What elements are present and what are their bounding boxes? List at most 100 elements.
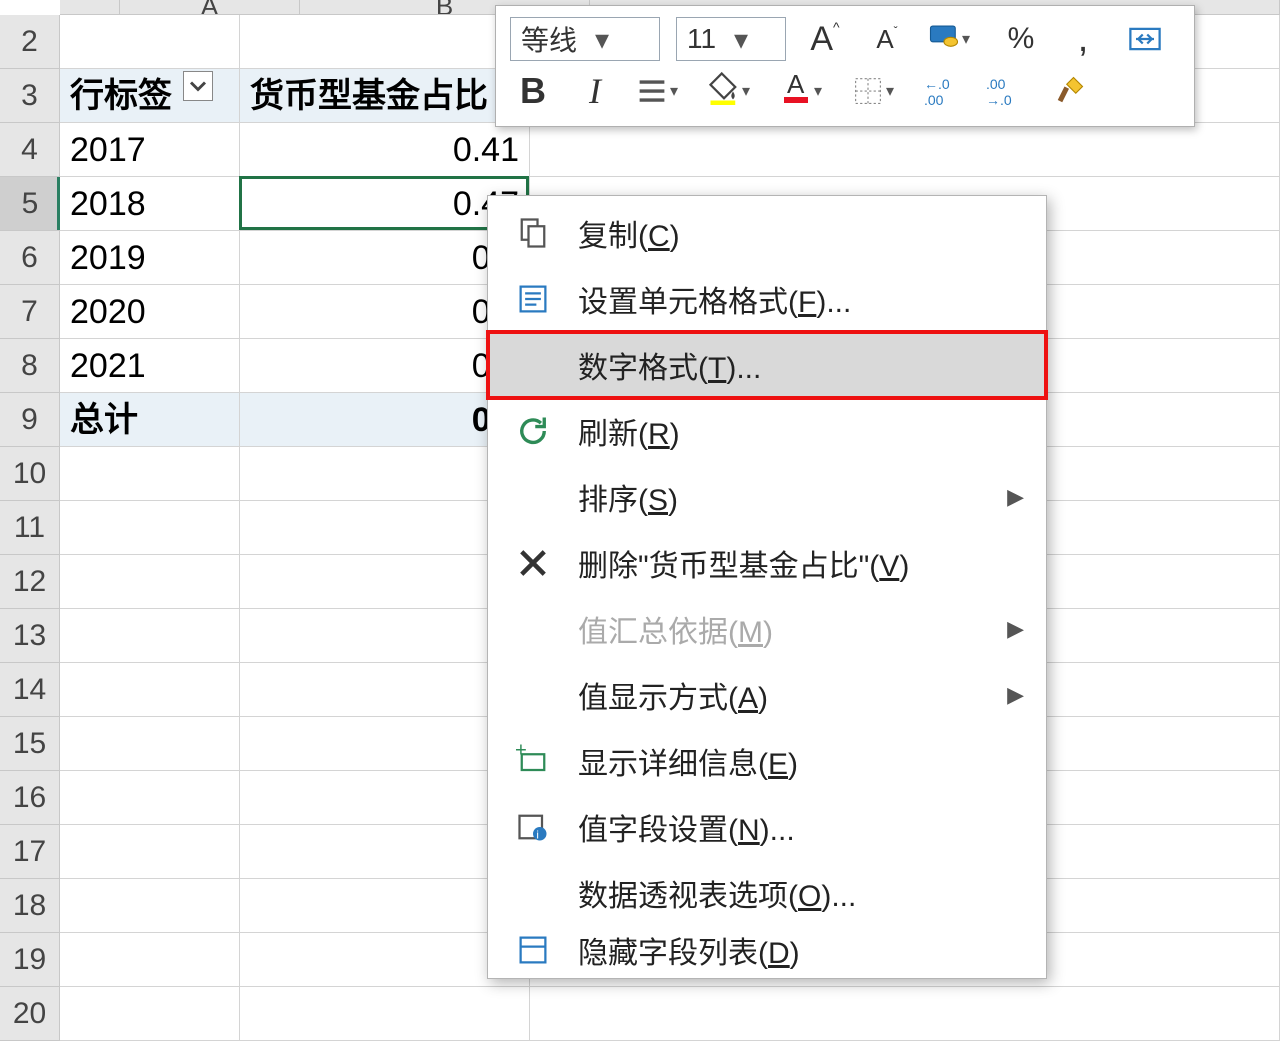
chevron-down-icon: ▾	[742, 81, 762, 101]
menu-hide-field-list[interactable]: 隐藏字段列表(D)	[488, 926, 1046, 974]
submenu-arrow-icon: ▶	[1007, 616, 1024, 642]
col-header-a[interactable]: A	[120, 0, 300, 15]
pivot-total-label[interactable]: 总计	[60, 393, 240, 447]
decrease-font-button[interactable]: Aˇ	[864, 16, 910, 62]
svg-text:A: A	[787, 69, 805, 99]
comma-style-button[interactable]: ,	[1060, 16, 1106, 62]
row-header[interactable]: 9	[0, 393, 60, 447]
menu-label: 值显示方式(A)	[578, 673, 1028, 717]
menu-summarize-by: 值汇总依据(M) ▶	[488, 596, 1046, 662]
expand-icon: +	[515, 743, 551, 779]
row-header[interactable]: 16	[0, 771, 60, 825]
menu-label: 排序(S)	[578, 475, 1028, 519]
borders-button[interactable]: ▾	[850, 73, 906, 109]
chevron-down-icon: ▾	[726, 23, 756, 56]
menu-field-settings[interactable]: i 值字段设置(N)...	[488, 794, 1046, 860]
font-name-value: 等线	[511, 19, 587, 59]
decrease-decimal-button[interactable]: .00→.0	[984, 68, 1030, 114]
decrease-decimal-icon: .00→.0	[984, 73, 1030, 109]
align-icon	[634, 73, 670, 109]
row-header[interactable]: 19	[0, 933, 60, 987]
increase-font-button[interactable]: A^	[802, 16, 848, 62]
refresh-icon	[515, 413, 551, 449]
row-header-selected[interactable]: 5	[0, 177, 60, 231]
paint-bucket-icon	[706, 69, 742, 113]
menu-label: 设置单元格格式(F)...	[578, 277, 1028, 321]
percent-style-button[interactable]: %	[998, 16, 1044, 62]
svg-text:←.0: ←.0	[924, 76, 950, 92]
pivot-value-header[interactable]: 货币型基金占比	[240, 69, 530, 123]
menu-pivottable-options[interactable]: 数据透视表选项(O)...	[488, 860, 1046, 926]
svg-text:.00: .00	[986, 76, 1006, 92]
row-header[interactable]: 14	[0, 663, 60, 717]
row-header[interactable]: 10	[0, 447, 60, 501]
svg-text:+: +	[515, 743, 527, 762]
menu-label: 值汇总依据(M)	[578, 607, 1028, 651]
copy-icon	[515, 215, 551, 251]
row-header[interactable]: 4	[0, 123, 60, 177]
pivot-year-cell[interactable]: 2021	[60, 339, 240, 393]
font-size-value: 11	[677, 23, 726, 55]
pivot-row-label-text: 行标签	[70, 77, 172, 115]
pivot-year-cell[interactable]: 2018	[60, 177, 240, 231]
increase-decimal-icon: ←.0.00	[922, 73, 968, 109]
row-header[interactable]: 13	[0, 609, 60, 663]
align-button[interactable]: ▾	[634, 73, 690, 109]
menu-copy[interactable]: 复制(C)	[488, 200, 1046, 266]
menu-label: 显示详细信息(E)	[578, 739, 1028, 783]
menu-label: 复制(C)	[578, 211, 1028, 255]
svg-text:→.0: →.0	[986, 92, 1012, 108]
row-header[interactable]: 7	[0, 285, 60, 339]
row-header[interactable]: 20	[0, 987, 60, 1041]
menu-show-values-as[interactable]: 值显示方式(A) ▶	[488, 662, 1046, 728]
row-header[interactable]: 15	[0, 717, 60, 771]
row-header[interactable]: 17	[0, 825, 60, 879]
row-header[interactable]: 6	[0, 231, 60, 285]
pivot-year-cell[interactable]: 2019	[60, 231, 240, 285]
bold-button[interactable]: B	[510, 68, 556, 114]
fill-color-button[interactable]: ▾	[706, 69, 762, 113]
row-header[interactable]: 3	[0, 69, 60, 123]
format-painter-button[interactable]	[1046, 68, 1092, 114]
borders-icon	[850, 73, 886, 109]
svg-text:i: i	[536, 829, 539, 841]
font-name-combo[interactable]: 等线 ▾	[510, 17, 660, 61]
menu-format-cells[interactable]: 设置单元格格式(F)...	[488, 266, 1046, 332]
row-header[interactable]: 11	[0, 501, 60, 555]
menu-number-format[interactable]: 数字格式(T)...	[488, 332, 1046, 398]
row-header[interactable]: 12	[0, 555, 60, 609]
menu-remove-field[interactable]: 删除"货币型基金占比"(V)	[488, 530, 1046, 596]
row-header[interactable]: 2	[0, 15, 60, 69]
submenu-arrow-icon: ▶	[1007, 682, 1024, 708]
font-size-combo[interactable]: 11 ▾	[676, 17, 786, 61]
pivot-row-label-header[interactable]: 行标签	[60, 69, 240, 123]
row-header[interactable]: 8	[0, 339, 60, 393]
chevron-down-icon: ▾	[814, 81, 834, 101]
filter-dropdown-button[interactable]	[183, 71, 213, 101]
context-menu: 复制(C) 设置单元格格式(F)... 数字格式(T)... 刷新(R) 排序(…	[487, 195, 1047, 979]
pivot-year-cell[interactable]: 2017	[60, 123, 240, 177]
submenu-arrow-icon: ▶	[1007, 484, 1024, 510]
pivot-year-cell[interactable]: 2020	[60, 285, 240, 339]
chevron-down-icon: ▾	[886, 81, 906, 101]
menu-sort[interactable]: 排序(S) ▶	[488, 464, 1046, 530]
increase-decimal-button[interactable]: ←.0.00	[922, 68, 968, 114]
chevron-down-icon	[184, 68, 212, 104]
pivot-value-cell[interactable]: 0.41	[240, 123, 530, 177]
accounting-format-button[interactable]: ▾	[926, 17, 982, 61]
menu-show-detail[interactable]: + 显示详细信息(E)	[488, 728, 1046, 794]
font-color-button[interactable]: A ▾	[778, 69, 834, 113]
chevron-down-icon: ▾	[587, 23, 617, 56]
row-header[interactable]: 18	[0, 879, 60, 933]
merge-icon	[1127, 21, 1163, 57]
menu-label: 数据透视表选项(O)...	[578, 871, 1028, 915]
properties-icon	[515, 281, 551, 317]
chevron-down-icon: ▾	[962, 29, 982, 49]
menu-refresh[interactable]: 刷新(R)	[488, 398, 1046, 464]
italic-button[interactable]: I	[572, 68, 618, 114]
merge-center-button[interactable]	[1122, 16, 1168, 62]
mini-toolbar: 等线 ▾ 11 ▾ A^ Aˇ ▾ % , B I ▾	[495, 5, 1195, 127]
menu-label: 删除"货币型基金占比"(V)	[578, 541, 1028, 585]
field-list-icon	[515, 932, 551, 968]
menu-label: 刷新(R)	[578, 409, 1028, 453]
